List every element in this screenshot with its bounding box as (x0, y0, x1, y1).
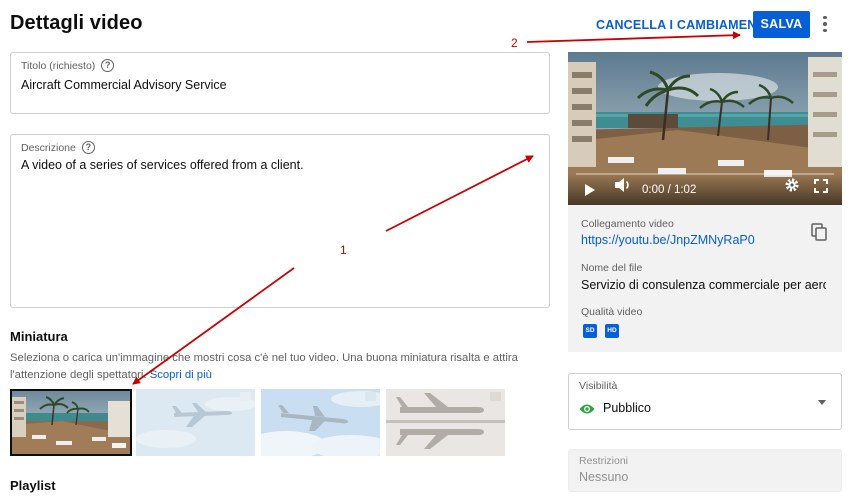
title-field[interactable]: Titolo (richiesto) ? Aircraft Commercial… (10, 52, 550, 114)
annotation-label-2: 2 (511, 36, 518, 50)
description-field-label: Descrizione (21, 141, 76, 154)
thumbnail-option-3[interactable] (261, 389, 380, 456)
page-title: Dettagli video (10, 12, 143, 34)
thumbnail-heading: Miniatura (10, 329, 68, 344)
video-time: 0:00 / 1:02 (642, 184, 697, 196)
thumbnail-option-2[interactable] (136, 389, 255, 456)
annotation-label-1: 1 (340, 243, 347, 257)
copy-icon[interactable] (811, 223, 827, 246)
video-quality-label: Qualità video (581, 306, 643, 318)
video-progress-bar[interactable] (576, 173, 834, 175)
jet-thumbnail-image (386, 389, 505, 456)
thumbnail-description: Seleziona o carica un'immagine che mostr… (10, 352, 518, 381)
play-icon[interactable] (585, 184, 595, 196)
jet-thumbnail-image (261, 389, 380, 456)
settings-gear-icon[interactable] (784, 177, 800, 198)
restrictions-field: Restrizioni Nessuno (568, 449, 842, 492)
help-icon[interactable]: ? (81, 141, 95, 154)
volume-icon[interactable] (614, 177, 632, 198)
description-field[interactable]: Descrizione ? A video of a series of ser… (10, 134, 550, 308)
fullscreen-icon[interactable] (814, 179, 828, 198)
title-field-value: Aircraft Commercial Advisory Service (21, 78, 227, 92)
chevron-down-icon (818, 400, 826, 405)
visibility-select[interactable]: Visibilità Pubblico (568, 373, 842, 430)
playlist-heading: Playlist (10, 478, 56, 493)
video-link[interactable]: https://youtu.be/JnpZMNyRaP0 (581, 233, 826, 247)
jet-thumbnail-image (136, 389, 255, 456)
title-field-label: Titolo (richiesto) (21, 59, 96, 72)
visibility-label: Visibilità (579, 380, 618, 392)
filename-label: Nome del file (581, 262, 643, 274)
filename-value: Servizio di consulenza commerciale per a… (581, 278, 826, 292)
visibility-value: Pubblico (603, 401, 651, 415)
thumbnail-option-4[interactable] (386, 389, 505, 456)
more-vert-icon[interactable] (818, 14, 832, 34)
restrictions-label: Restrizioni (579, 455, 629, 467)
beach-thumbnail-image (12, 391, 130, 454)
cancel-changes-button[interactable]: CANCELLA I CAMBIAMENTI (596, 12, 768, 38)
eye-icon (579, 402, 595, 420)
save-button[interactable]: SALVA (753, 11, 810, 38)
hd-badge: HD (605, 324, 619, 338)
description-field-value: A video of a series of services offered … (21, 158, 304, 172)
restrictions-value: Nessuno (579, 470, 629, 484)
video-player[interactable]: 0:00 / 1:02 (568, 52, 842, 205)
thumbnail-option-1[interactable] (10, 389, 132, 456)
help-icon[interactable]: ? (101, 59, 115, 72)
video-link-label: Collegamento video (581, 218, 674, 230)
sd-badge: SD (583, 324, 597, 338)
learn-more-link[interactable]: Scopri di più (150, 369, 212, 381)
video-info-panel: Collegamento video https://youtu.be/JnpZ… (568, 205, 842, 352)
